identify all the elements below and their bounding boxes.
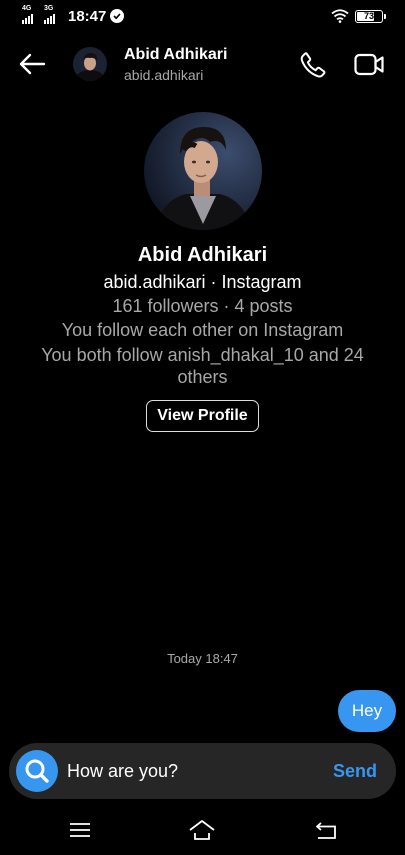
common-follow-text: You both follow anish_dhakal_10 and 24 o… bbox=[41, 345, 364, 387]
chat-header: Abid Adhikari abid.adhikari bbox=[0, 34, 405, 94]
status-bar: 4G 3G 18:47 73 bbox=[0, 0, 405, 34]
message-input[interactable] bbox=[67, 757, 317, 785]
profile-username: abid.adhikari · Instagram bbox=[103, 272, 302, 292]
clock: 18:47 bbox=[68, 7, 107, 25]
mutual-follow-text: You follow each other on Instagram bbox=[61, 320, 344, 340]
menu-button[interactable] bbox=[66, 818, 94, 842]
message-composer: Send bbox=[9, 743, 396, 799]
system-nav-bar bbox=[0, 808, 405, 855]
verified-check-icon bbox=[110, 9, 125, 23]
message-timestamp: Today 18:47 bbox=[167, 651, 238, 666]
return-icon bbox=[316, 822, 336, 839]
video-camera-icon bbox=[354, 53, 384, 76]
search-icon bbox=[25, 759, 49, 783]
signal-3g-icon: 3G bbox=[44, 5, 62, 25]
home-button[interactable] bbox=[188, 818, 216, 842]
profile-avatar[interactable] bbox=[144, 112, 262, 230]
camera-button[interactable] bbox=[16, 750, 58, 792]
profile-name: Abid Adhikari bbox=[137, 244, 268, 266]
contact-name[interactable]: Abid Adhikari bbox=[124, 46, 227, 64]
call-button[interactable] bbox=[298, 50, 328, 80]
avatar[interactable] bbox=[73, 47, 107, 81]
phone-icon bbox=[300, 52, 326, 78]
signal-4g-icon: 4G bbox=[22, 5, 40, 25]
menu-icon bbox=[70, 823, 90, 837]
back-button[interactable] bbox=[16, 48, 48, 80]
arrow-left-icon bbox=[19, 53, 46, 75]
contact-username[interactable]: abid.adhikari bbox=[124, 67, 203, 83]
back-nav-button[interactable] bbox=[312, 818, 340, 842]
send-button[interactable]: Send bbox=[327, 757, 383, 785]
view-profile-button[interactable]: View Profile bbox=[146, 400, 259, 432]
battery-icon: 73 bbox=[355, 9, 386, 23]
profile-stats: 161 followers · 4 posts bbox=[112, 296, 293, 316]
home-icon bbox=[189, 820, 215, 840]
sent-message-bubble[interactable]: Hey bbox=[338, 690, 396, 732]
wifi-icon bbox=[331, 9, 349, 23]
video-call-button[interactable] bbox=[353, 50, 385, 80]
